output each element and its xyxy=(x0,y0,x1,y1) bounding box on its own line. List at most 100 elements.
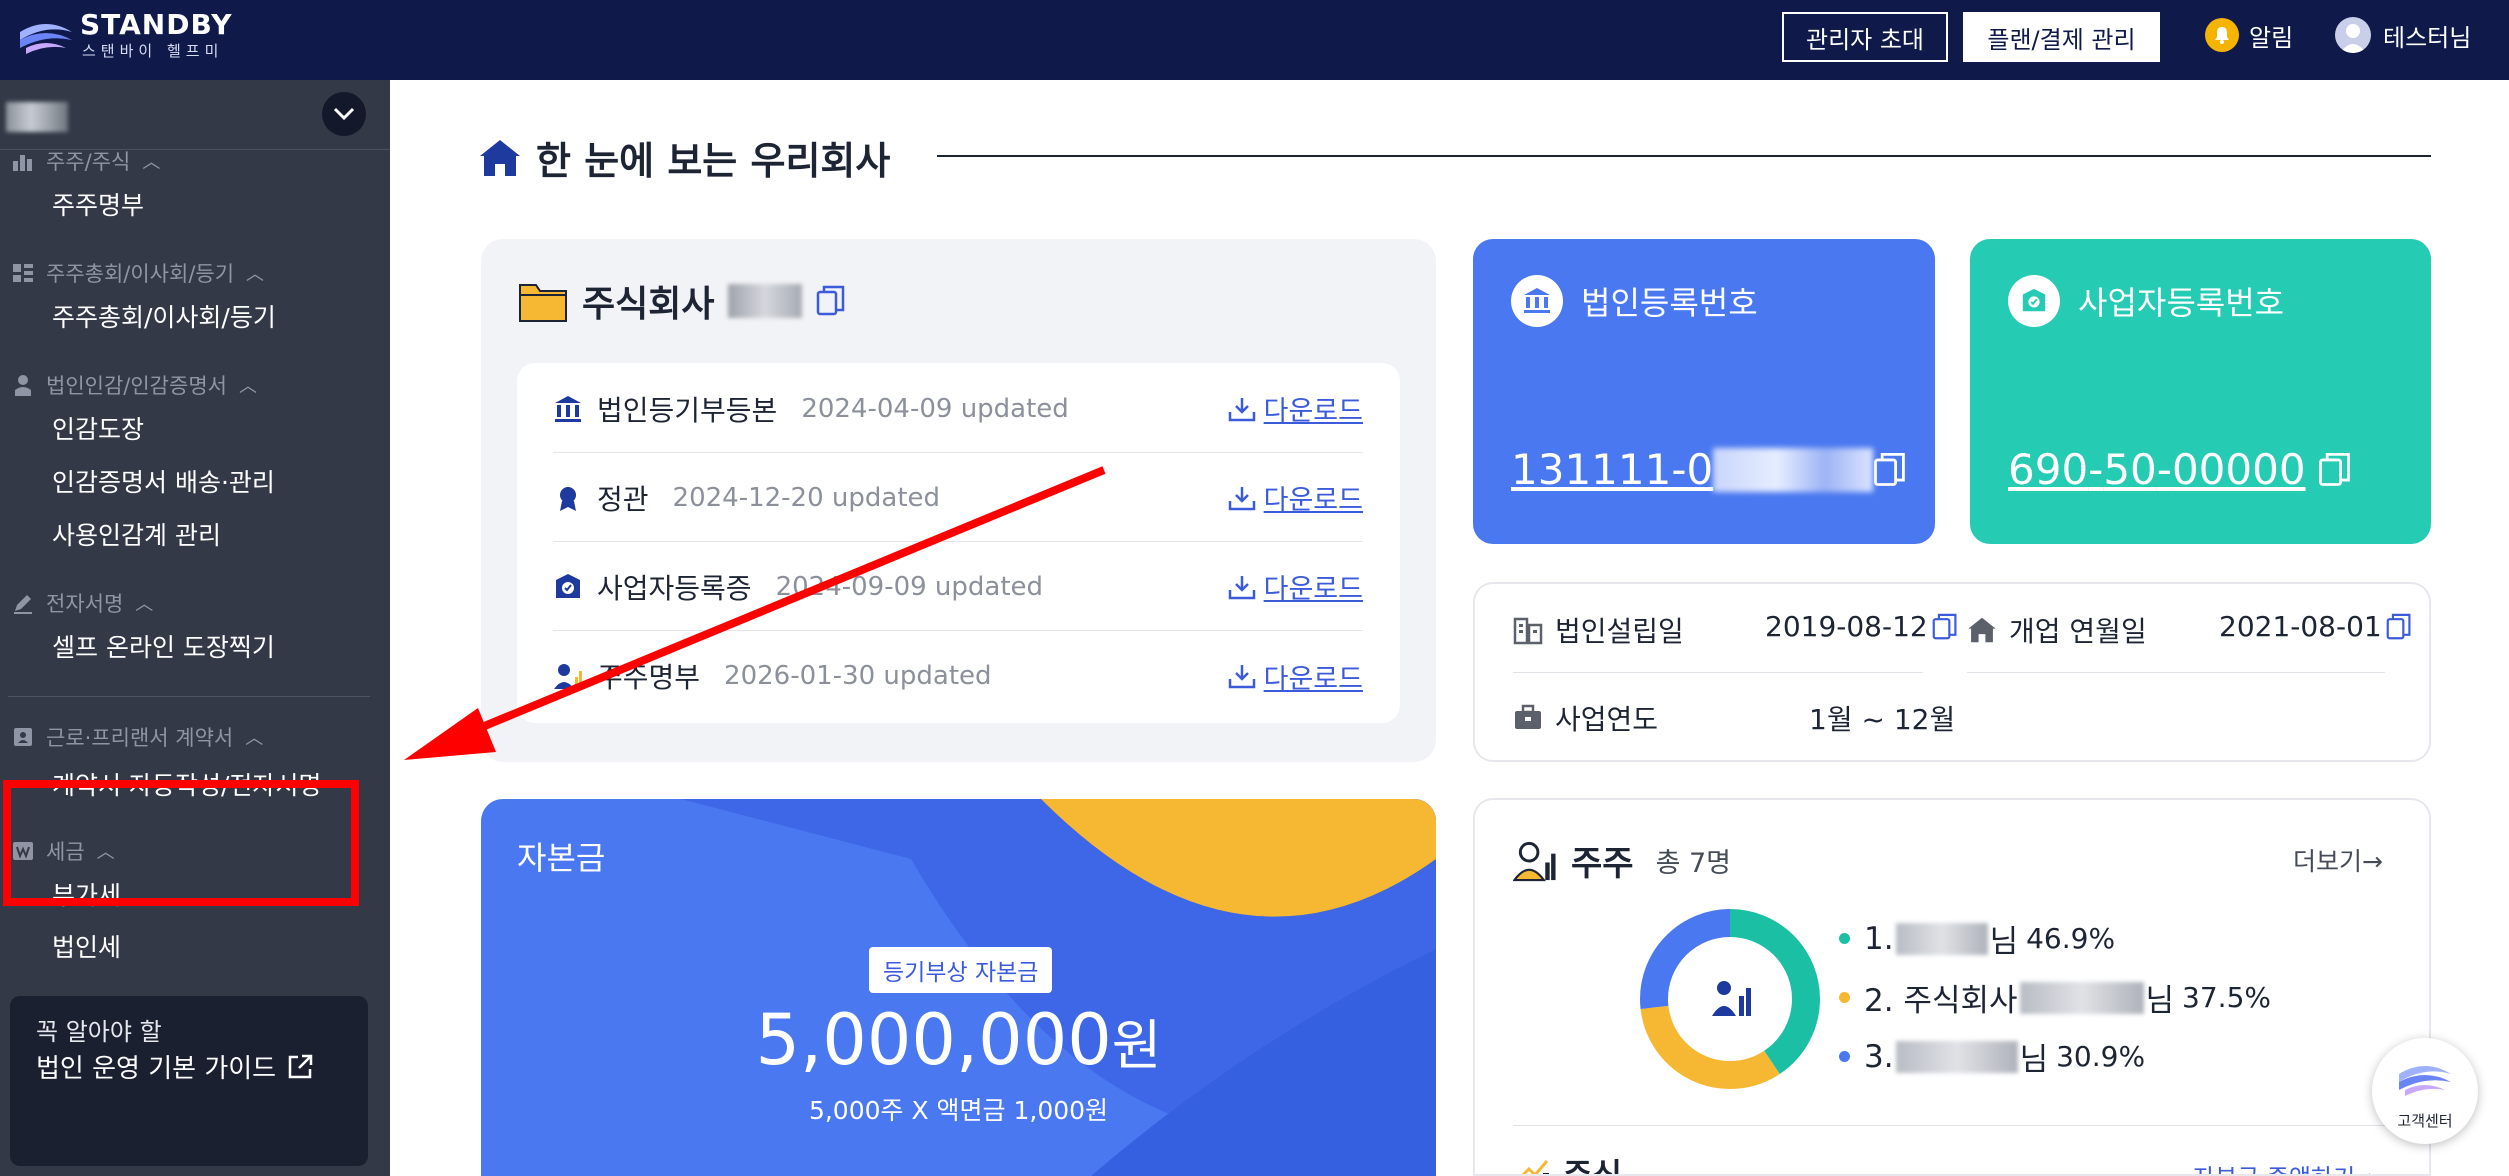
verified-shield-icon xyxy=(2008,275,2060,327)
document-updated: 2024-12-20 updated xyxy=(672,482,941,513)
shareholder-suffix: 님 xyxy=(2145,983,2175,1019)
avatar xyxy=(2335,17,2371,53)
badge-icon xyxy=(560,486,576,511)
card-title: 사업자등록번호 xyxy=(2078,284,2285,322)
shareholders-title: 주주 xyxy=(1571,844,1634,884)
contact-card-icon xyxy=(14,728,32,746)
shareholder-percent: 30.9% xyxy=(2056,1040,2146,1073)
standby-logo-icon[interactable] xyxy=(16,10,76,60)
shareholder-legend-item[interactable]: 1. 님 46.9% xyxy=(1839,916,2115,961)
company-name-redacted xyxy=(6,102,68,132)
chevron-up-icon: ︿ xyxy=(246,264,265,285)
shareholder-icon xyxy=(554,664,582,689)
download-link[interactable]: 다운로드 xyxy=(1228,478,1363,517)
pen-icon xyxy=(14,595,32,614)
shareholder-icon xyxy=(1712,981,1751,1016)
download-label: 다운로드 xyxy=(1263,574,1363,605)
page-title-text: 한 눈에 보는 우리회사 xyxy=(536,139,891,183)
company-selector[interactable] xyxy=(0,80,390,150)
chevron-down-icon[interactable] xyxy=(322,92,366,136)
shareholder-name-redacted xyxy=(1895,922,1988,955)
sidebar-section-contracts[interactable]: 근로·프리랜서 계약서 ︿ xyxy=(12,722,263,752)
biz-number-part: 690 xyxy=(2008,445,2089,494)
download-link[interactable]: 다운로드 xyxy=(1228,567,1363,606)
sidebar-section-e-sign[interactable]: 전자서명 ︿ xyxy=(12,588,153,618)
external-link-icon xyxy=(288,1054,313,1078)
biz-number-part: 00000 xyxy=(2171,445,2306,494)
institution-icon xyxy=(1511,275,1563,327)
shareholder-legend-item[interactable]: 3. 님 30.9% xyxy=(1839,1034,2145,1079)
verified-shield-icon xyxy=(556,573,580,598)
sidebar-item-usage-seal[interactable]: 사용인감계 관리 xyxy=(52,516,221,552)
guide-card[interactable]: 꼭 알아야 할 법인 운영 기본 가이드 xyxy=(10,996,368,1166)
fiscal-year: 1월 ~ 12월 xyxy=(1809,703,1956,736)
business-registration-number[interactable]: 690 - 50 - 00000 xyxy=(2008,445,2352,494)
shareholder-percent: 46.9% xyxy=(2026,922,2116,955)
shareholders-header: 주주 총 7명 xyxy=(1513,836,1731,885)
download-icon xyxy=(1228,486,1255,510)
plan-billing-button[interactable]: 플랜/결제 관리 xyxy=(1963,12,2160,62)
copy-icon[interactable] xyxy=(816,284,846,318)
download-label: 다운로드 xyxy=(1263,663,1363,695)
company-name-heading: 주식회사 xyxy=(518,275,846,327)
guide-link[interactable]: 법인 운영 기본 가이드 xyxy=(36,1048,314,1085)
user-menu[interactable]: 테스터님 xyxy=(2335,17,2471,53)
annotation-highlight-box xyxy=(3,780,359,906)
sidebar-section-label: 주주총회/이사회/등기 xyxy=(46,262,235,286)
alarm-button[interactable]: 알림 xyxy=(2205,17,2293,53)
title-divider xyxy=(937,155,2431,157)
user-name: 테스터님 xyxy=(2383,23,2472,52)
legend-dot xyxy=(1839,992,1850,1003)
registration-number-redacted xyxy=(1713,447,1874,492)
shareholders-count: 총 7명 xyxy=(1655,848,1732,879)
guide-subtitle: 꼭 알아야 할 xyxy=(36,1018,162,1046)
sidebar-section-seal[interactable]: 법인인감/인감증명서 ︿ xyxy=(12,370,257,400)
more-link[interactable]: 더보기→ xyxy=(2293,842,2383,878)
invite-admin-button[interactable]: 관리자 초대 xyxy=(1782,12,1948,62)
copy-icon[interactable] xyxy=(1932,612,1958,642)
legend-dot xyxy=(1839,933,1850,944)
corporate-registration-number[interactable]: 131111-0 xyxy=(1511,445,1907,494)
building-icon xyxy=(1513,617,1543,645)
sidebar-item-corp-tax[interactable]: 법인세 xyxy=(52,928,121,964)
biz-number-dash: - xyxy=(2156,445,2172,494)
info-divider xyxy=(1513,672,1923,673)
sidebar-item-shareholder-registry[interactable]: 주주명부 xyxy=(52,186,144,222)
document-row: 정관 2024-12-20 updated 다운로드 xyxy=(553,454,1363,542)
document-name: 정관 xyxy=(597,482,649,516)
shareholder-rank: 3. xyxy=(1864,1038,1894,1075)
download-link[interactable]: 다운로드 xyxy=(1228,657,1363,696)
sidebar: 주주/주식 ︿ 주주명부 주주총회/이사회/등기 ︿ 주주총회/이사회/등기 법… xyxy=(0,80,390,1176)
sidebar-item-seal-certificate[interactable]: 인감증명서 배송·관리 xyxy=(52,463,275,499)
chevron-up-icon: ︿ xyxy=(245,728,264,749)
sidebar-item-seal-stamp[interactable]: 인감도장 xyxy=(52,410,144,446)
shareholder-legend-item[interactable]: 2. 주식회사 님 37.5% xyxy=(1839,975,2271,1020)
shareholder-name-redacted xyxy=(2019,981,2144,1014)
stock-header: 주식 xyxy=(1513,1150,1622,1174)
shareholder-percent: 37.5% xyxy=(2182,981,2271,1014)
download-icon xyxy=(1228,397,1255,421)
sidebar-item-online-stamp[interactable]: 셀프 온라인 도장찍기 xyxy=(52,628,275,664)
copy-icon[interactable] xyxy=(1873,451,1907,489)
sidebar-section-label: 법인인감/인감증명서 xyxy=(46,374,227,398)
brand-title: STANDBY xyxy=(80,8,233,41)
sidebar-section-shareholders[interactable]: 주주/주식 ︿ xyxy=(12,146,160,176)
copy-icon[interactable] xyxy=(2386,612,2412,642)
capital-badge: 등기부상 자본금 xyxy=(869,947,1053,993)
customer-center-button[interactable]: 고객센터 xyxy=(2372,1038,2478,1144)
copy-icon[interactable] xyxy=(2318,451,2352,489)
opening-date: 2021-08-01 xyxy=(2219,610,2412,643)
download-icon xyxy=(1228,575,1255,599)
biz-number-dash: - xyxy=(2088,445,2104,494)
opening-date-label: 개업 연월일 xyxy=(1967,610,2147,650)
increase-capital-link[interactable]: 자본금 증액하기→ xyxy=(2193,1158,2375,1174)
chevron-up-icon: ︿ xyxy=(238,376,257,397)
establishment-date: 2019-08-12 xyxy=(1765,610,1958,643)
sidebar-divider xyxy=(8,696,370,697)
document-updated: 2024-04-09 updated xyxy=(801,393,1069,424)
download-link[interactable]: 다운로드 xyxy=(1228,389,1363,428)
sidebar-item-meetings[interactable]: 주주총회/이사회/등기 xyxy=(52,298,276,334)
sidebar-section-meetings[interactable]: 주주총회/이사회/등기 ︿ xyxy=(12,258,264,288)
chevron-up-icon: ︿ xyxy=(142,152,161,173)
capital-amount-unit: 원 xyxy=(1111,1014,1162,1077)
